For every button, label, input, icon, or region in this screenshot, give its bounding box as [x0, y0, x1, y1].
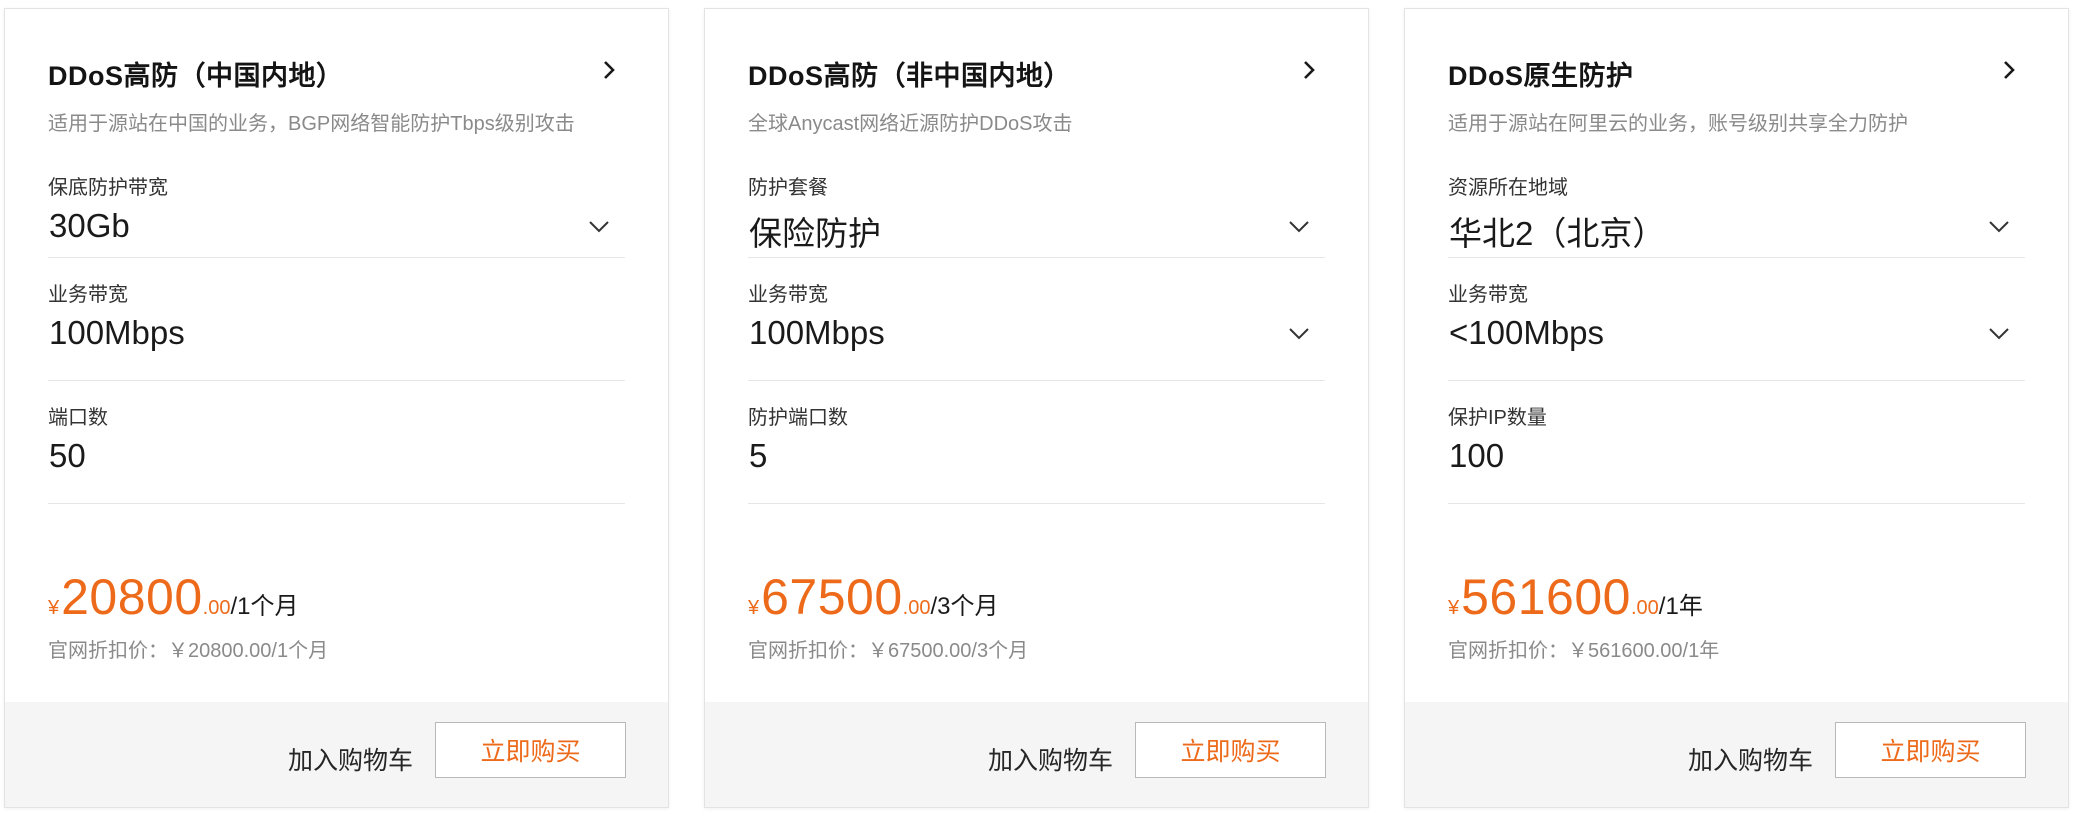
- field-value[interactable]: <100Mbps: [1449, 314, 1604, 352]
- chevron-down-icon[interactable]: [1287, 326, 1311, 342]
- field-value[interactable]: 30Gb: [49, 207, 130, 245]
- card-footer: 加入购物车 立即购买: [705, 702, 1368, 807]
- price: ¥561600.00/1年: [1448, 568, 1703, 626]
- price-currency: ¥: [748, 597, 760, 619]
- card-title: DDoS高防（非中国内地）: [748, 61, 1071, 91]
- price-amount: 20800: [61, 569, 203, 625]
- price-block: ¥67500.00/3个月 官网折扣价：￥67500.00/3个月: [748, 504, 1325, 684]
- official-discount-price: 官网折扣价：￥561600.00/1年: [1448, 640, 1720, 662]
- chevron-right-icon[interactable]: [598, 59, 620, 81]
- official-discount-price: 官网折扣价：￥67500.00/3个月: [748, 640, 1029, 662]
- chevron-down-icon[interactable]: [1987, 326, 2011, 342]
- field-value: 5: [749, 437, 768, 474]
- card-header[interactable]: DDoS高防（中国内地） 适用于源站在中国的业务，BGP网络智能防护Tbps级别…: [48, 9, 625, 135]
- card-body: DDoS高防（中国内地） 适用于源站在中国的业务，BGP网络智能防护Tbps级别…: [48, 9, 625, 684]
- official-discount-price: 官网折扣价：￥20800.00/1个月: [48, 640, 329, 662]
- card-footer: 加入购物车 立即购买: [5, 702, 668, 807]
- price: ¥67500.00/3个月: [748, 568, 999, 626]
- card-title: DDoS高防（中国内地）: [48, 61, 344, 91]
- price: ¥20800.00/1个月: [48, 568, 299, 626]
- field-label: 业务带宽: [748, 284, 828, 306]
- product-card-ddos-overseas: DDoS高防（非中国内地） 全球Anycast网络近源防护DDoS攻击 防护套餐…: [704, 8, 1369, 808]
- card-subtitle: 适用于源站在阿里云的业务，账号级别共享全力防护: [1448, 113, 1908, 135]
- field-label: 资源所在地域: [1448, 177, 1568, 199]
- product-card-ddos-mainland: DDoS高防（中国内地） 适用于源站在中国的业务，BGP网络智能防护Tbps级别…: [4, 8, 669, 808]
- field-label: 保护IP数量: [1448, 407, 1547, 429]
- field-value: 100: [1449, 437, 1505, 474]
- price-decimal: .00: [202, 597, 231, 619]
- price-decimal: .00: [1630, 597, 1659, 619]
- field-label: 保底防护带宽: [48, 177, 168, 199]
- field-label: 业务带宽: [48, 284, 128, 306]
- card-body: DDoS原生防护 适用于源站在阿里云的业务，账号级别共享全力防护 资源所在地域 …: [1448, 9, 2025, 684]
- field-value[interactable]: 保险防护: [749, 207, 881, 255]
- price-currency: ¥: [48, 597, 60, 619]
- card-title: DDoS原生防护: [1448, 61, 1634, 91]
- product-card-ddos-native: DDoS原生防护 适用于源站在阿里云的业务，账号级别共享全力防护 资源所在地域 …: [1404, 8, 2069, 808]
- field-label: 业务带宽: [1448, 284, 1528, 306]
- price-amount: 561600: [1461, 569, 1631, 625]
- price-block: ¥20800.00/1个月 官网折扣价：￥20800.00/1个月: [48, 504, 625, 684]
- field-value[interactable]: 100Mbps: [749, 314, 885, 352]
- field-resource-region[interactable]: 资源所在地域 华北2（北京）: [1448, 135, 2025, 258]
- price-block: ¥561600.00/1年 官网折扣价：￥561600.00/1年: [1448, 504, 2025, 684]
- field-protected-ip-count: 保护IP数量 100: [1448, 381, 2025, 504]
- field-business-bandwidth[interactable]: 业务带宽 <100Mbps: [1448, 258, 2025, 381]
- chevron-right-icon[interactable]: [1998, 59, 2020, 81]
- add-to-cart-button[interactable]: 加入购物车: [988, 741, 1113, 777]
- chevron-down-icon[interactable]: [587, 219, 611, 235]
- chevron-down-icon[interactable]: [1987, 219, 2011, 235]
- field-label: 防护端口数: [748, 407, 848, 429]
- product-cards: DDoS高防（中国内地） 适用于源站在中国的业务，BGP网络智能防护Tbps级别…: [0, 0, 2075, 825]
- field-protection-ports: 防护端口数 5: [748, 381, 1325, 504]
- buy-now-button[interactable]: 立即购买: [435, 722, 626, 778]
- card-header[interactable]: DDoS高防（非中国内地） 全球Anycast网络近源防护DDoS攻击: [748, 9, 1325, 135]
- field-guaranteed-bandwidth[interactable]: 保底防护带宽 30Gb: [48, 135, 625, 258]
- add-to-cart-button[interactable]: 加入购物车: [1688, 741, 1813, 777]
- field-label: 防护套餐: [748, 177, 828, 199]
- card-footer: 加入购物车 立即购买: [1405, 702, 2068, 807]
- price-period: /1个月: [230, 593, 299, 620]
- price-currency: ¥: [1448, 597, 1460, 619]
- chevron-right-icon[interactable]: [1298, 59, 1320, 81]
- field-value[interactable]: 华北2（北京）: [1449, 207, 1665, 255]
- buy-now-button[interactable]: 立即购买: [1835, 722, 2026, 778]
- price-period: /3个月: [930, 593, 999, 620]
- card-subtitle: 全球Anycast网络近源防护DDoS攻击: [748, 113, 1073, 135]
- field-business-bandwidth: 业务带宽 100Mbps: [48, 258, 625, 381]
- field-value: 50: [49, 437, 86, 474]
- price-decimal: .00: [902, 597, 931, 619]
- price-amount: 67500: [761, 569, 903, 625]
- buy-now-button[interactable]: 立即购买: [1135, 722, 1326, 778]
- card-subtitle: 适用于源站在中国的业务，BGP网络智能防护Tbps级别攻击: [48, 113, 575, 135]
- field-business-bandwidth[interactable]: 业务带宽 100Mbps: [748, 258, 1325, 381]
- card-body: DDoS高防（非中国内地） 全球Anycast网络近源防护DDoS攻击 防护套餐…: [748, 9, 1325, 684]
- field-value: 100Mbps: [49, 314, 185, 351]
- field-ports: 端口数 50: [48, 381, 625, 504]
- add-to-cart-button[interactable]: 加入购物车: [288, 741, 413, 777]
- field-label: 端口数: [48, 407, 108, 429]
- field-protection-package[interactable]: 防护套餐 保险防护: [748, 135, 1325, 258]
- price-period: /1年: [1658, 593, 1703, 620]
- card-header[interactable]: DDoS原生防护 适用于源站在阿里云的业务，账号级别共享全力防护: [1448, 9, 2025, 135]
- chevron-down-icon[interactable]: [1287, 219, 1311, 235]
